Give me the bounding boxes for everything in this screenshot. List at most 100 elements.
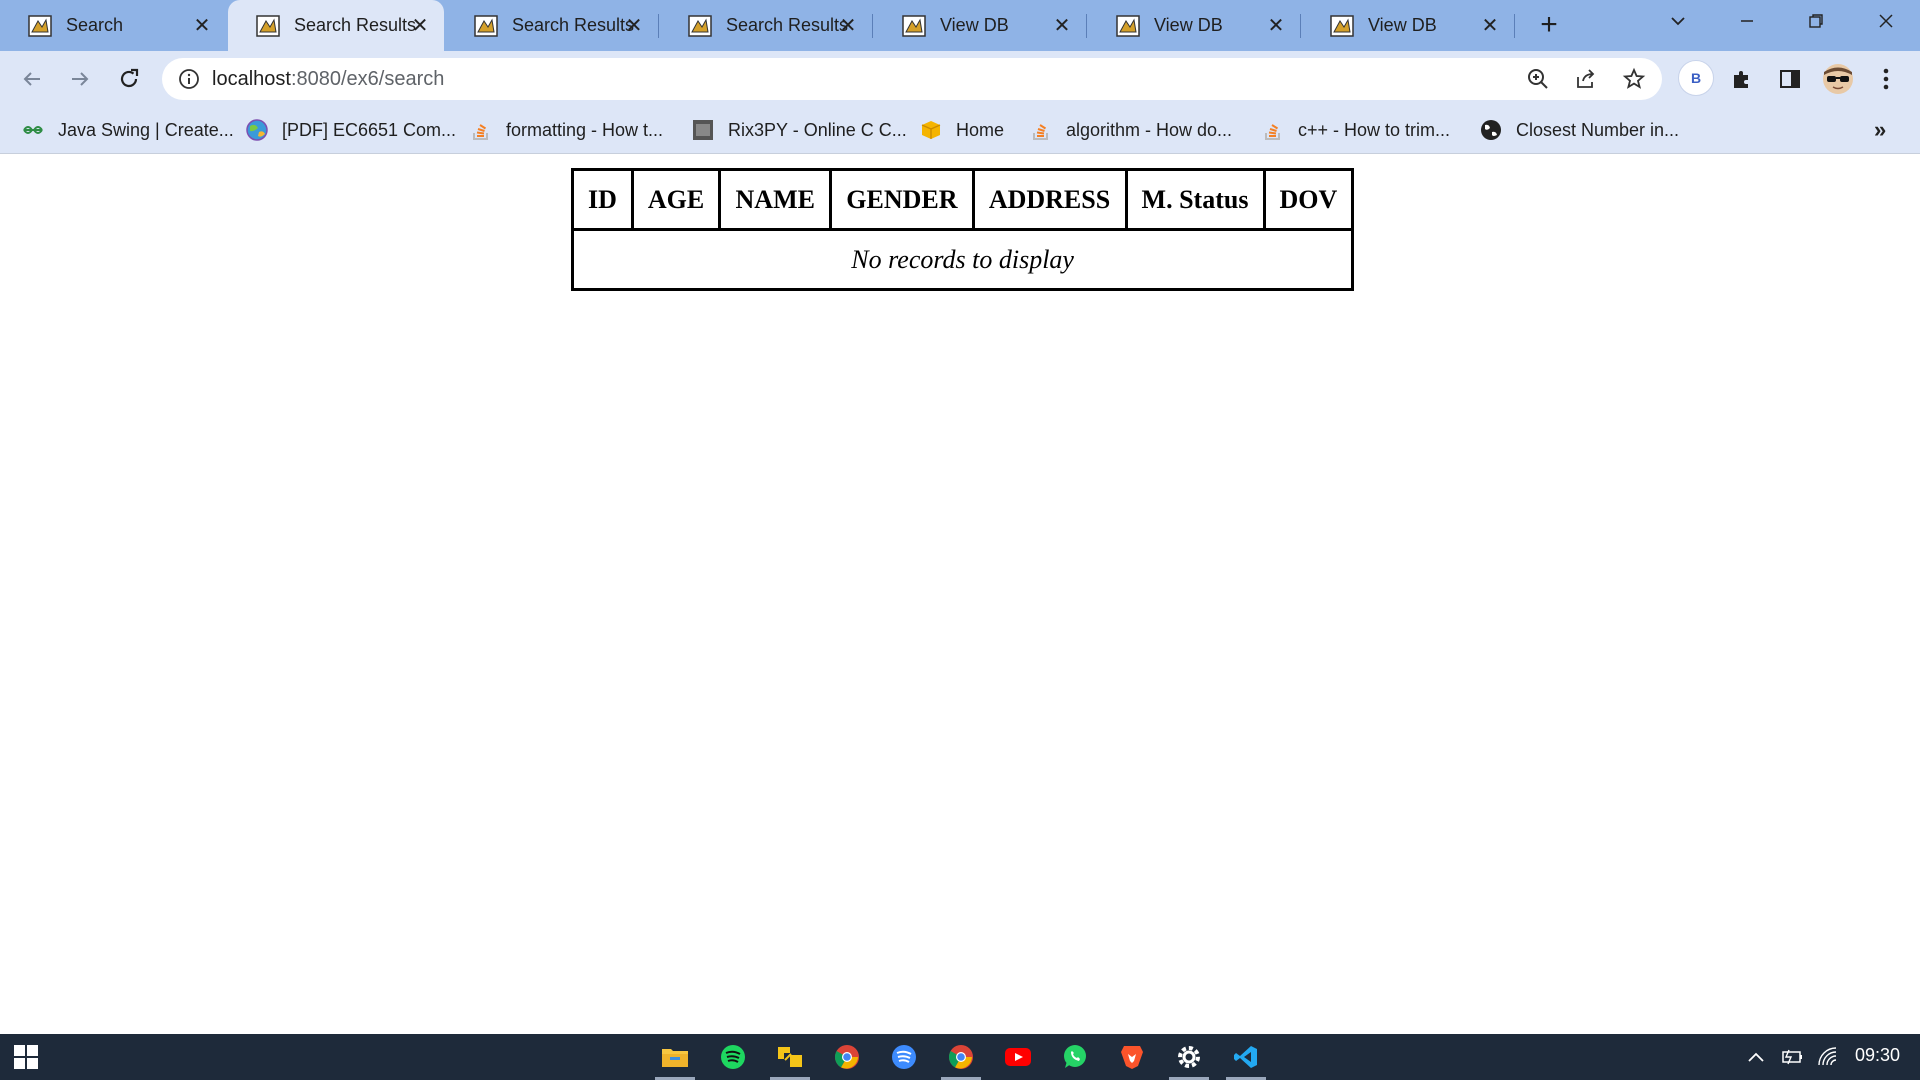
tab-separator (1300, 14, 1301, 38)
page-content: ID AGE NAME GENDER ADDRESS M. Status DOV… (0, 154, 1920, 1034)
column-header-dov: DOV (1262, 168, 1355, 231)
windows-taskbar: 09:30 (0, 1034, 1920, 1080)
zoom-icon[interactable] (1526, 67, 1550, 91)
table-row: No records to display (570, 228, 1355, 291)
tomcat-favicon-icon (688, 15, 712, 37)
tab-separator (658, 14, 659, 38)
tab-separator (1514, 14, 1515, 38)
new-tab-button[interactable]: + (1533, 10, 1565, 42)
file-explorer-icon[interactable] (659, 1041, 691, 1073)
app-icon[interactable] (774, 1041, 806, 1073)
ideone-icon (693, 120, 713, 140)
close-icon[interactable]: ✕ (1478, 13, 1502, 37)
back-icon[interactable] (16, 63, 48, 95)
column-header-marital-status: M. Status (1124, 168, 1266, 231)
tab-title: Search Results (512, 15, 635, 35)
browser-chrome: Search ✕ Search Results ✕ Search Results… (0, 0, 1920, 154)
brave-icon[interactable] (1116, 1041, 1148, 1073)
spotify-alt-icon[interactable] (888, 1041, 920, 1073)
window-close-icon[interactable] (1866, 8, 1906, 40)
tab-search-dropdown-icon[interactable] (1658, 8, 1698, 40)
column-header-name: NAME (718, 168, 833, 231)
windows-start-icon[interactable] (10, 1041, 42, 1073)
tab-search-results[interactable]: Search Results ✕ (660, 0, 872, 51)
bookmark-item[interactable]: formatting - How t... (470, 117, 663, 143)
chevron-up-icon[interactable] (1744, 1046, 1768, 1068)
bookmarks-bar: Java Swing | Create... [PDF] EC6651 Com.… (0, 107, 1920, 153)
column-header-id: ID (571, 168, 634, 231)
tab-title: View DB (1368, 15, 1437, 35)
tab-title: View DB (1154, 15, 1223, 35)
bookmark-item[interactable]: Java Swing | Create... (22, 117, 234, 143)
address-bar[interactable]: localhost:8080/ex6/search (162, 58, 1662, 100)
bookmark-label: Rix3PY - Online C C... (728, 119, 907, 140)
tab-search-results[interactable]: Search Results ✕ (446, 0, 658, 51)
clock[interactable]: 09:30 (1855, 1045, 1900, 1066)
tomcat-favicon-icon (902, 15, 926, 37)
globe-icon (1481, 120, 1501, 140)
url-path: :8080/ex6/search (290, 68, 445, 90)
tab-view-db[interactable]: View DB ✕ (874, 0, 1086, 51)
url-host: localhost (212, 68, 291, 90)
bookmark-item[interactable]: c++ - How to trim... (1262, 117, 1450, 143)
wifi-icon[interactable] (1816, 1046, 1840, 1068)
avatar[interactable] (1822, 63, 1854, 95)
stackoverflow-icon (1033, 124, 1048, 140)
forward-icon[interactable] (64, 63, 96, 95)
column-header-gender: GENDER (829, 168, 975, 231)
youtube-icon[interactable] (1002, 1041, 1034, 1073)
browser-toolbar: localhost:8080/ex6/search B (0, 51, 1920, 107)
bookmark-label: Home (956, 119, 1005, 140)
bookmark-item[interactable]: Home (920, 117, 1004, 143)
url-text[interactable]: localhost:8080/ex6/search (212, 68, 444, 91)
bookmark-label: c++ - How to trim... (1298, 119, 1451, 140)
bookmark-item[interactable]: [PDF] EC6651 Com... (246, 117, 456, 143)
menu-icon[interactable] (1870, 63, 1902, 95)
bookmark-label: algorithm - How do... (1066, 119, 1233, 140)
tab-search-results-active[interactable]: Search Results ✕ (228, 0, 444, 51)
restore-icon[interactable] (1796, 8, 1836, 40)
profile-button[interactable]: B (1678, 60, 1714, 96)
empty-message: No records to display (570, 228, 1355, 291)
tab-search[interactable]: Search ✕ (0, 0, 226, 51)
chrome-active-icon[interactable] (945, 1041, 977, 1073)
close-icon[interactable]: ✕ (1050, 13, 1074, 37)
close-icon[interactable]: ✕ (622, 13, 646, 37)
minimize-icon[interactable] (1727, 8, 1767, 40)
whatsapp-icon[interactable] (1059, 1041, 1091, 1073)
settings-icon[interactable] (1173, 1041, 1205, 1073)
spotify-icon[interactable] (717, 1041, 749, 1073)
chrome-icon[interactable] (831, 1041, 863, 1073)
battery-icon[interactable] (1780, 1046, 1804, 1068)
side-panel-icon[interactable] (1774, 63, 1806, 95)
tomcat-favicon-icon (1330, 15, 1354, 37)
column-header-address: ADDRESS (971, 168, 1128, 231)
info-icon[interactable] (178, 68, 200, 90)
close-icon[interactable]: ✕ (408, 13, 432, 37)
extensions-icon[interactable] (1726, 63, 1758, 95)
tomcat-favicon-icon (1116, 15, 1140, 37)
bookmark-item[interactable]: Closest Number in... (1480, 117, 1679, 143)
results-table: ID AGE NAME GENDER ADDRESS M. Status DOV… (570, 168, 1355, 291)
share-icon[interactable] (1574, 67, 1598, 91)
bookmark-label: Closest Number in... (1516, 119, 1680, 140)
close-icon[interactable]: ✕ (1264, 13, 1288, 37)
bookmarks-overflow-button[interactable]: » (1874, 117, 1886, 143)
tab-title: View DB (940, 15, 1009, 35)
reload-icon[interactable] (113, 63, 145, 95)
bookmark-item[interactable]: Rix3PY - Online C C... (692, 117, 907, 143)
stackoverflow-icon (1265, 124, 1280, 140)
tab-separator (1086, 14, 1087, 38)
close-icon[interactable]: ✕ (836, 13, 860, 37)
tab-title: Search Results (294, 15, 417, 35)
tab-separator (872, 14, 873, 38)
bookmark-item[interactable]: algorithm - How do... (1030, 117, 1232, 143)
tab-title: Search (66, 15, 124, 35)
close-icon[interactable]: ✕ (190, 13, 214, 37)
tomcat-favicon-icon (474, 15, 498, 37)
bookmark-label: [PDF] EC6651 Com... (282, 119, 457, 140)
tab-view-db[interactable]: View DB ✕ (1302, 0, 1514, 51)
tab-view-db[interactable]: View DB ✕ (1088, 0, 1300, 51)
vscode-icon[interactable] (1230, 1041, 1262, 1073)
bookmark-star-icon[interactable] (1622, 67, 1646, 91)
